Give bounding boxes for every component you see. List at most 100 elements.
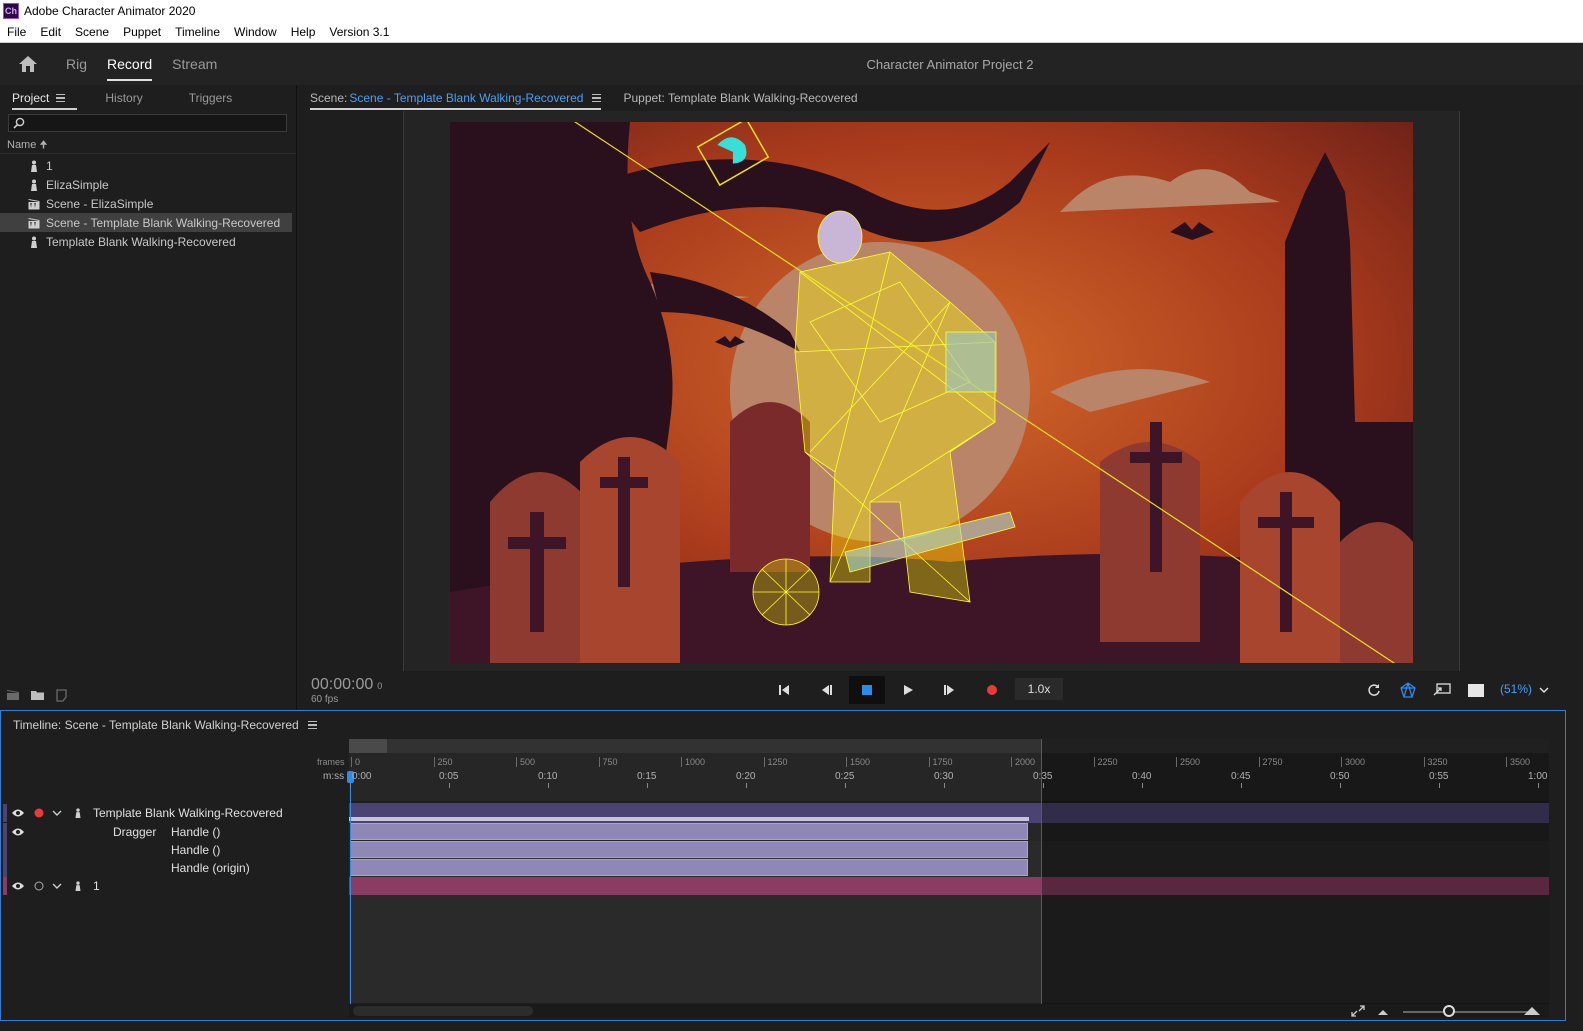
- playhead-line: [350, 771, 351, 1004]
- frame-tick-label: 3500: [1506, 757, 1530, 767]
- tab-project[interactable]: Project: [0, 86, 78, 110]
- time-tick-mark: [1043, 783, 1044, 788]
- time-tick-mark: [1538, 783, 1539, 788]
- panel-menu-icon[interactable]: [56, 94, 66, 102]
- list-item-label: Template Blank Walking-Recovered: [46, 234, 236, 249]
- time-tick-mark: [350, 783, 351, 788]
- new-scene-icon[interactable]: [6, 689, 20, 701]
- timeline-title: Timeline: Scene - Template Blank Walking…: [13, 718, 299, 732]
- handle-track-bar[interactable]: [350, 859, 1028, 876]
- panel-menu-icon[interactable]: [592, 94, 602, 102]
- zoom-level[interactable]: (51%): [1500, 682, 1532, 696]
- fit-to-window-icon[interactable]: [1351, 1005, 1365, 1017]
- tab-stream[interactable]: Stream: [162, 43, 227, 85]
- menu-edit[interactable]: Edit: [33, 25, 68, 39]
- window-title: Adobe Character Animator 2020: [24, 4, 196, 18]
- chevron-down-icon[interactable]: [52, 882, 62, 890]
- refresh-button[interactable]: [1362, 678, 1386, 702]
- menu-scene[interactable]: Scene: [68, 25, 116, 39]
- list-item[interactable]: 1: [0, 156, 296, 175]
- track-row-handle[interactable]: Handle (): [1, 841, 349, 859]
- zoom-out-mountain-icon[interactable]: [1377, 1008, 1389, 1016]
- tab-triggers[interactable]: Triggers: [177, 86, 245, 110]
- timeline-header: Timeline: Scene - Template Blank Walking…: [1, 711, 1565, 739]
- search-icon: [13, 117, 25, 129]
- time-tick-mark: [1439, 783, 1440, 788]
- list-item-label: Scene - Template Blank Walking-Recovered: [46, 215, 281, 230]
- menu-help[interactable]: Help: [284, 25, 323, 39]
- ruler-scrollbar[interactable]: [349, 739, 1549, 753]
- zoom-dropdown[interactable]: [1534, 678, 1554, 702]
- tab-history[interactable]: History: [93, 86, 154, 110]
- name-column-header[interactable]: Name 🠉: [0, 138, 296, 154]
- screen-share-icon: [1433, 683, 1451, 696]
- handle-track-bar[interactable]: [350, 841, 1028, 858]
- scene-icon: [28, 198, 40, 209]
- list-item[interactable]: ElizaSimple: [0, 175, 296, 194]
- eye-icon[interactable]: [11, 808, 25, 818]
- list-item[interactable]: Scene - ElizaSimple: [0, 194, 296, 213]
- search-input[interactable]: [29, 117, 269, 129]
- playback-speed[interactable]: 1.0x: [1015, 678, 1063, 700]
- menu-timeline[interactable]: Timeline: [168, 25, 227, 39]
- list-item-selected[interactable]: Scene - Template Blank Walking-Recovered: [0, 213, 292, 232]
- handle-label: Handle (): [171, 825, 221, 839]
- menu-bar: File Edit Scene Puppet Timeline Window H…: [0, 22, 1583, 43]
- list-item-label: ElizaSimple: [46, 177, 109, 192]
- eye-icon[interactable]: [11, 881, 25, 891]
- mesh-toggle-button[interactable]: [1396, 678, 1420, 702]
- step-forward-button[interactable]: [938, 678, 962, 702]
- scene-canvas[interactable]: [450, 122, 1413, 663]
- project-search[interactable]: [8, 114, 287, 132]
- time-tick-label: 0:20: [736, 771, 756, 782]
- eye-icon[interactable]: [11, 827, 25, 837]
- stop-button[interactable]: [849, 676, 885, 704]
- record-icon: [987, 685, 997, 695]
- new-item-icon[interactable]: [55, 689, 68, 702]
- track-row-puppet[interactable]: Template Blank Walking-Recovered: [1, 804, 349, 822]
- menu-puppet[interactable]: Puppet: [116, 25, 168, 39]
- ruler-scroll-thumb[interactable]: [349, 739, 387, 753]
- puppet-1-track-bar[interactable]: [349, 877, 1549, 895]
- skip-start-icon: [779, 685, 789, 695]
- timeline-zoom-knob[interactable]: [1443, 1005, 1455, 1017]
- tab-scene[interactable]: Scene: Scene - Template Blank Walking-Re…: [310, 86, 602, 110]
- record-button[interactable]: [980, 678, 1004, 702]
- camera-input-button[interactable]: [1430, 678, 1454, 702]
- track-row-behavior[interactable]: Dragger Handle (): [1, 823, 349, 895]
- frame-tick-label: 2500: [1176, 757, 1200, 767]
- track-row-handle[interactable]: Handle (origin): [1, 859, 349, 877]
- list-item[interactable]: Template Blank Walking-Recovered: [0, 232, 296, 251]
- play-button[interactable]: [896, 678, 920, 702]
- handle-track-bar[interactable]: [350, 823, 1028, 840]
- record-arm-off-icon[interactable]: [34, 881, 44, 891]
- horizontal-scrollbar[interactable]: [349, 1004, 1549, 1018]
- tab-puppet[interactable]: Puppet: Template Blank Walking-Recovered: [623, 86, 857, 110]
- tab-record[interactable]: Record: [97, 43, 162, 85]
- go-to-start-button[interactable]: [772, 678, 796, 702]
- panel-menu-icon[interactable]: [307, 721, 317, 729]
- zoom-in-mountain-icon[interactable]: [1523, 1005, 1541, 1016]
- track-row-puppet-1[interactable]: 1: [1, 877, 349, 895]
- time-tick-label: 0:50: [1330, 771, 1350, 782]
- time-tick-mark: [1142, 783, 1143, 788]
- timecode-display[interactable]: 00:00:00 0: [311, 676, 382, 694]
- chevron-down-icon[interactable]: [52, 809, 62, 817]
- step-back-button[interactable]: [814, 678, 838, 702]
- scene-name: Scene - Template Blank Walking-Recovered: [349, 91, 584, 105]
- timeline-zoom-slider[interactable]: [1403, 1011, 1533, 1013]
- frame-tick-label: 500: [516, 757, 535, 767]
- time-tick-label: 0:00: [352, 771, 372, 782]
- record-arm-icon[interactable]: [34, 808, 44, 818]
- home-button[interactable]: [0, 43, 56, 85]
- frame-tick-label: 3000: [1341, 757, 1365, 767]
- horizontal-scroll-thumb[interactable]: [353, 1006, 533, 1016]
- menu-version[interactable]: Version 3.1: [322, 25, 396, 39]
- menu-file[interactable]: File: [0, 25, 33, 39]
- background-toggle-button[interactable]: [1464, 678, 1488, 702]
- tab-rig[interactable]: Rig: [56, 43, 97, 85]
- folder-icon[interactable]: [30, 689, 45, 701]
- menu-window[interactable]: Window: [227, 25, 284, 39]
- frame-tick-label: 1250: [763, 757, 788, 767]
- time-tick-label: 0:35: [1033, 771, 1053, 782]
